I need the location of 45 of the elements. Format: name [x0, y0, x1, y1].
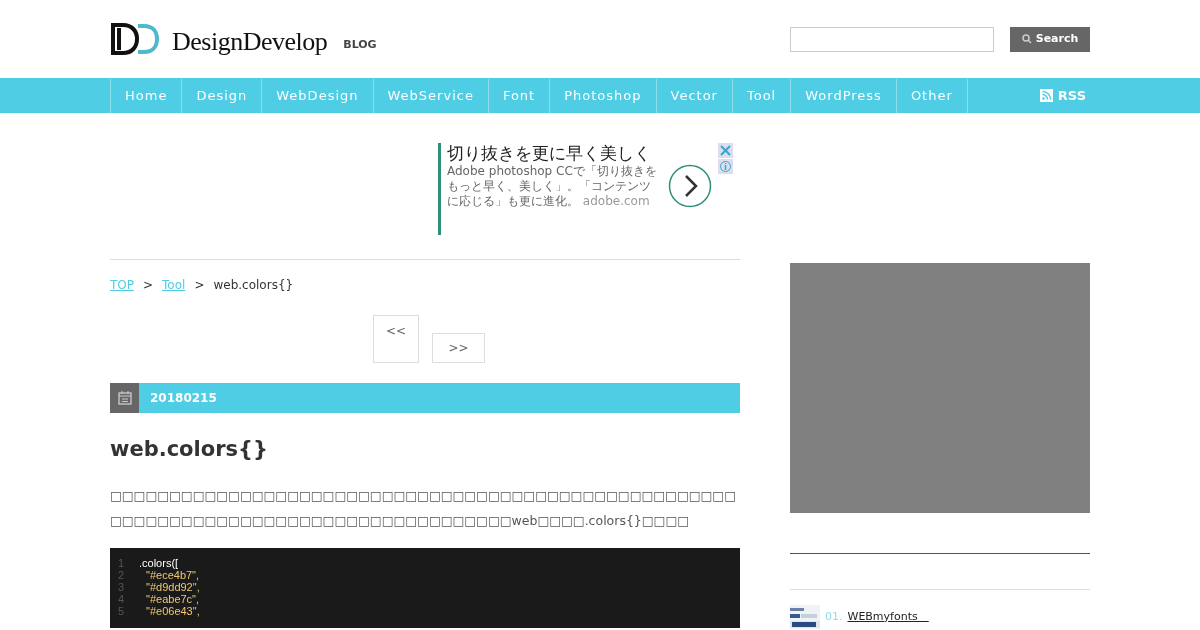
breadcrumb-current: web.colors{}	[213, 277, 294, 294]
nav-link[interactable]: WordPress	[791, 78, 897, 113]
info-icon[interactable]	[718, 159, 733, 174]
rss-icon	[1039, 89, 1053, 102]
line-number: 5	[118, 605, 126, 617]
logo-subtitle: BLOG	[343, 36, 377, 53]
breadcrumb-separator: >	[194, 277, 205, 294]
code-line: .colors([	[139, 557, 179, 569]
nav-link[interactable]: WebDesign	[262, 78, 374, 113]
post-title: web.colors{}	[110, 436, 269, 463]
post-date: 20180215	[150, 390, 217, 407]
search-button[interactable]: Search	[1010, 26, 1090, 52]
code-line: "#eabe7c",	[145, 593, 200, 605]
nav-link[interactable]: Vector	[656, 78, 733, 113]
post-paragraph: □□□□□□□□□□□□□□□□□□□□□□□□□□□□□□□□□□□□□□□□□□□□□□□□□□□□□□□□□□□□□□□□□□□□□□□□□□□□□□□□□□□□□□□web□□□□.colors{}□□□□	[110, 487, 737, 530]
rss-link[interactable]: RSS	[1039, 85, 1086, 106]
nav-link[interactable]: Font	[488, 78, 551, 113]
breadcrumb-link[interactable]: TOP	[110, 276, 134, 294]
breadcrumb-link[interactable]: Tool	[162, 276, 186, 294]
close-icon[interactable]	[718, 143, 733, 158]
ranking-link[interactable]: WEBmyfonts	[847, 608, 929, 626]
rank-number: 01.	[825, 608, 843, 625]
ad-text: Adobe photoshop CCで「切り抜きをもっと早く、美しく」。「コンテンツに応じる」も更に進化。 adobe.com	[447, 164, 658, 209]
code-line: "#d9dd92",	[145, 581, 200, 593]
previous-button[interactable]: <<	[373, 315, 419, 363]
calendar-icon	[117, 391, 132, 405]
code-line: "#e06e43",	[145, 605, 200, 617]
logo-icon	[110, 23, 160, 55]
nav-link[interactable]: Home	[111, 78, 183, 113]
next-button[interactable]: >>	[432, 333, 485, 363]
nav-link[interactable]: WebService	[373, 78, 489, 113]
chevron-right-icon[interactable]	[668, 164, 712, 208]
code-line: "#ece4b7",	[145, 569, 200, 581]
breadcrumb-separator: >	[143, 277, 154, 294]
ad-headline: 切り抜きを更に早く美しく	[447, 143, 652, 163]
ad-banner[interactable]: 切り抜きを更に早く美しく Adobe photoshop CCで「切り抜きをもっと早く、美しく」。「コンテンツに応じる」も更に進化。 adobe.com	[438, 143, 738, 235]
line-number: 4	[118, 593, 126, 605]
search-icon	[1021, 34, 1032, 44]
nav-link[interactable]: Design	[182, 78, 263, 113]
nav-link[interactable]: Other	[896, 78, 968, 113]
nav-link[interactable]: Photoshop	[550, 78, 657, 113]
logo-text[interactable]: DesignDevelop	[172, 29, 328, 55]
nav-link[interactable]: Tool	[732, 78, 792, 113]
line-number: 3	[118, 581, 126, 593]
search-field[interactable]	[790, 26, 994, 52]
